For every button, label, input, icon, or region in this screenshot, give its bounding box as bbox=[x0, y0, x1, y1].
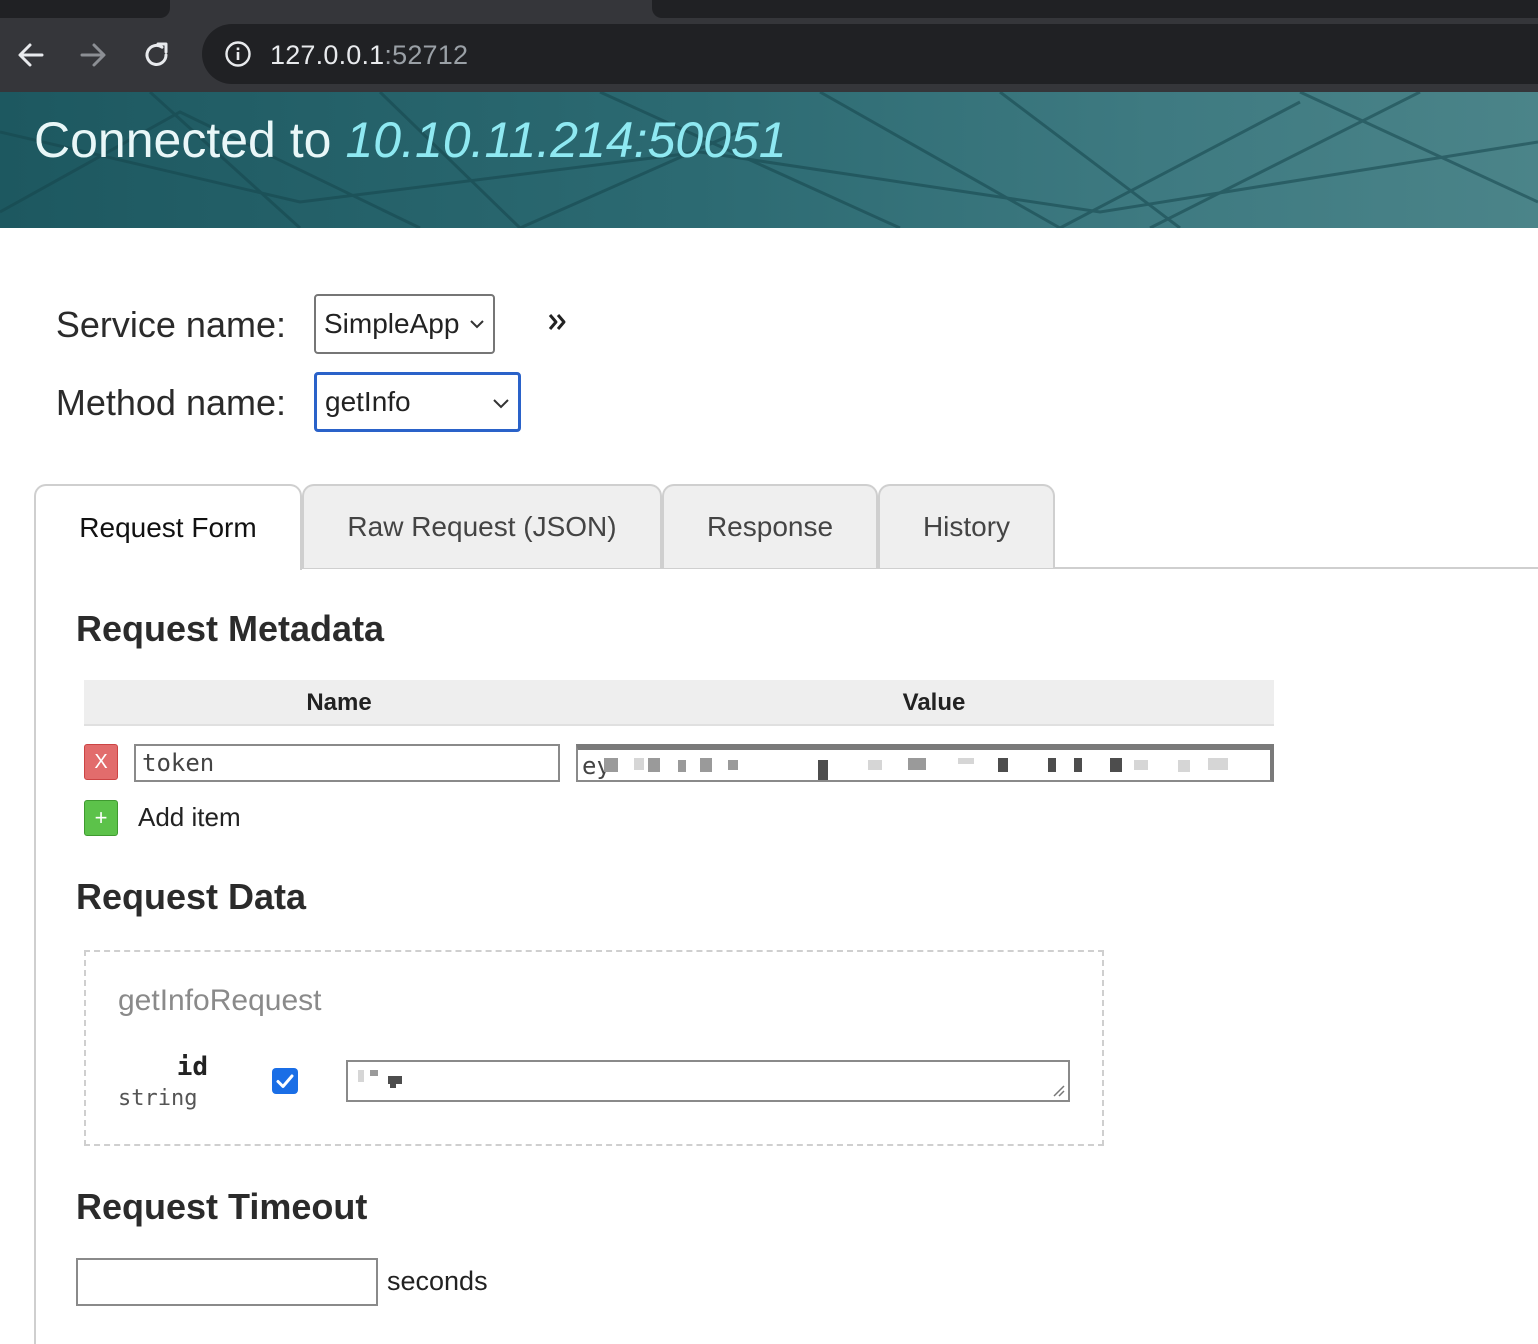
column-header-value: Value bbox=[902, 689, 966, 716]
redacted-block bbox=[1074, 758, 1082, 772]
browser-tab-strip bbox=[0, 0, 1538, 18]
url-host: 127.0.0.1 bbox=[270, 40, 385, 70]
redacted-block bbox=[1048, 758, 1056, 772]
method-selected-value: getInfo bbox=[325, 386, 411, 417]
redacted-block bbox=[604, 758, 618, 772]
redacted-block bbox=[678, 760, 686, 772]
field-name-id: id bbox=[176, 1052, 208, 1082]
redacted-block bbox=[958, 758, 974, 764]
service-name-label: Service name: bbox=[55, 304, 286, 345]
resize-grip-icon[interactable] bbox=[1050, 1082, 1066, 1098]
chevron-down-icon bbox=[470, 320, 484, 329]
browser-toolbar: 127.0.0.1:52712 bbox=[0, 18, 1538, 92]
redacted-block bbox=[1178, 760, 1190, 772]
url-port: :52712 bbox=[384, 40, 469, 70]
connection-title: Connected to 10.10.11.214:50051 bbox=[34, 112, 787, 168]
redacted-block bbox=[998, 758, 1008, 772]
checkmark-icon bbox=[276, 1074, 294, 1088]
metadata-table-header: Name Value bbox=[84, 680, 1274, 726]
redacted-block bbox=[868, 760, 882, 770]
redacted-block bbox=[728, 760, 738, 770]
service-selected-value: SimpleApp bbox=[324, 308, 460, 339]
info-icon[interactable] bbox=[224, 40, 252, 73]
redacted-block bbox=[358, 1070, 364, 1082]
tab-request-form[interactable]: Request Form bbox=[34, 484, 302, 570]
request-timeout-title: Request Timeout bbox=[76, 1186, 368, 1227]
field-id-textarea[interactable] bbox=[346, 1060, 1070, 1102]
tab-panel-border bbox=[34, 568, 36, 1344]
double-chevron-right-icon[interactable] bbox=[546, 310, 570, 339]
connected-label: Connected to bbox=[34, 112, 332, 168]
metadata-value-input[interactable]: ey bbox=[576, 744, 1274, 782]
method-name-label: Method name: bbox=[55, 382, 286, 423]
reload-icon[interactable] bbox=[140, 38, 174, 72]
request-data-title: Request Data bbox=[76, 876, 307, 917]
redacted-block bbox=[370, 1070, 378, 1076]
service-name-select[interactable]: SimpleApp bbox=[314, 294, 495, 354]
field-id-checkbox[interactable] bbox=[272, 1068, 298, 1094]
forward-arrow-icon[interactable] bbox=[76, 38, 110, 72]
add-item-label[interactable]: Add item bbox=[138, 802, 241, 833]
browser-tab[interactable] bbox=[652, 0, 1538, 18]
column-header-name: Name bbox=[306, 689, 372, 716]
remove-metadata-button[interactable]: X bbox=[84, 744, 118, 780]
timeout-input[interactable] bbox=[76, 1258, 378, 1306]
redacted-block bbox=[648, 758, 660, 772]
request-message-name: getInfoRequest bbox=[118, 984, 322, 1017]
redacted-block bbox=[700, 758, 712, 772]
back-arrow-icon[interactable] bbox=[14, 38, 48, 72]
redacted-block bbox=[1134, 760, 1148, 770]
redacted-block bbox=[634, 758, 644, 770]
address-bar[interactable]: 127.0.0.1:52712 bbox=[202, 24, 1538, 84]
connection-banner: Connected to 10.10.11.214:50051 bbox=[0, 92, 1538, 228]
connected-host: 10.10.11.214:50051 bbox=[345, 112, 787, 168]
url-text: 127.0.0.1:52712 bbox=[270, 40, 468, 70]
redacted-block bbox=[818, 760, 828, 780]
redacted-block bbox=[1208, 758, 1228, 770]
browser-tab[interactable] bbox=[0, 0, 170, 18]
add-metadata-button[interactable]: + bbox=[84, 800, 118, 836]
redacted-block bbox=[1110, 758, 1122, 772]
tab-response[interactable]: Response bbox=[662, 484, 878, 568]
tab-raw-request-json[interactable]: Raw Request (JSON) bbox=[302, 484, 662, 568]
redacted-block bbox=[390, 1082, 396, 1088]
tab-history[interactable]: History bbox=[878, 484, 1055, 568]
chevron-down-icon bbox=[493, 399, 509, 409]
metadata-name-input[interactable]: token bbox=[134, 744, 560, 782]
request-message-fieldset bbox=[84, 950, 1104, 1146]
timeout-unit-label: seconds bbox=[387, 1266, 488, 1296]
method-name-select[interactable]: getInfo bbox=[314, 372, 521, 432]
field-type-id: string bbox=[118, 1086, 198, 1111]
request-metadata-title: Request Metadata bbox=[76, 608, 385, 649]
redacted-block bbox=[908, 758, 926, 770]
